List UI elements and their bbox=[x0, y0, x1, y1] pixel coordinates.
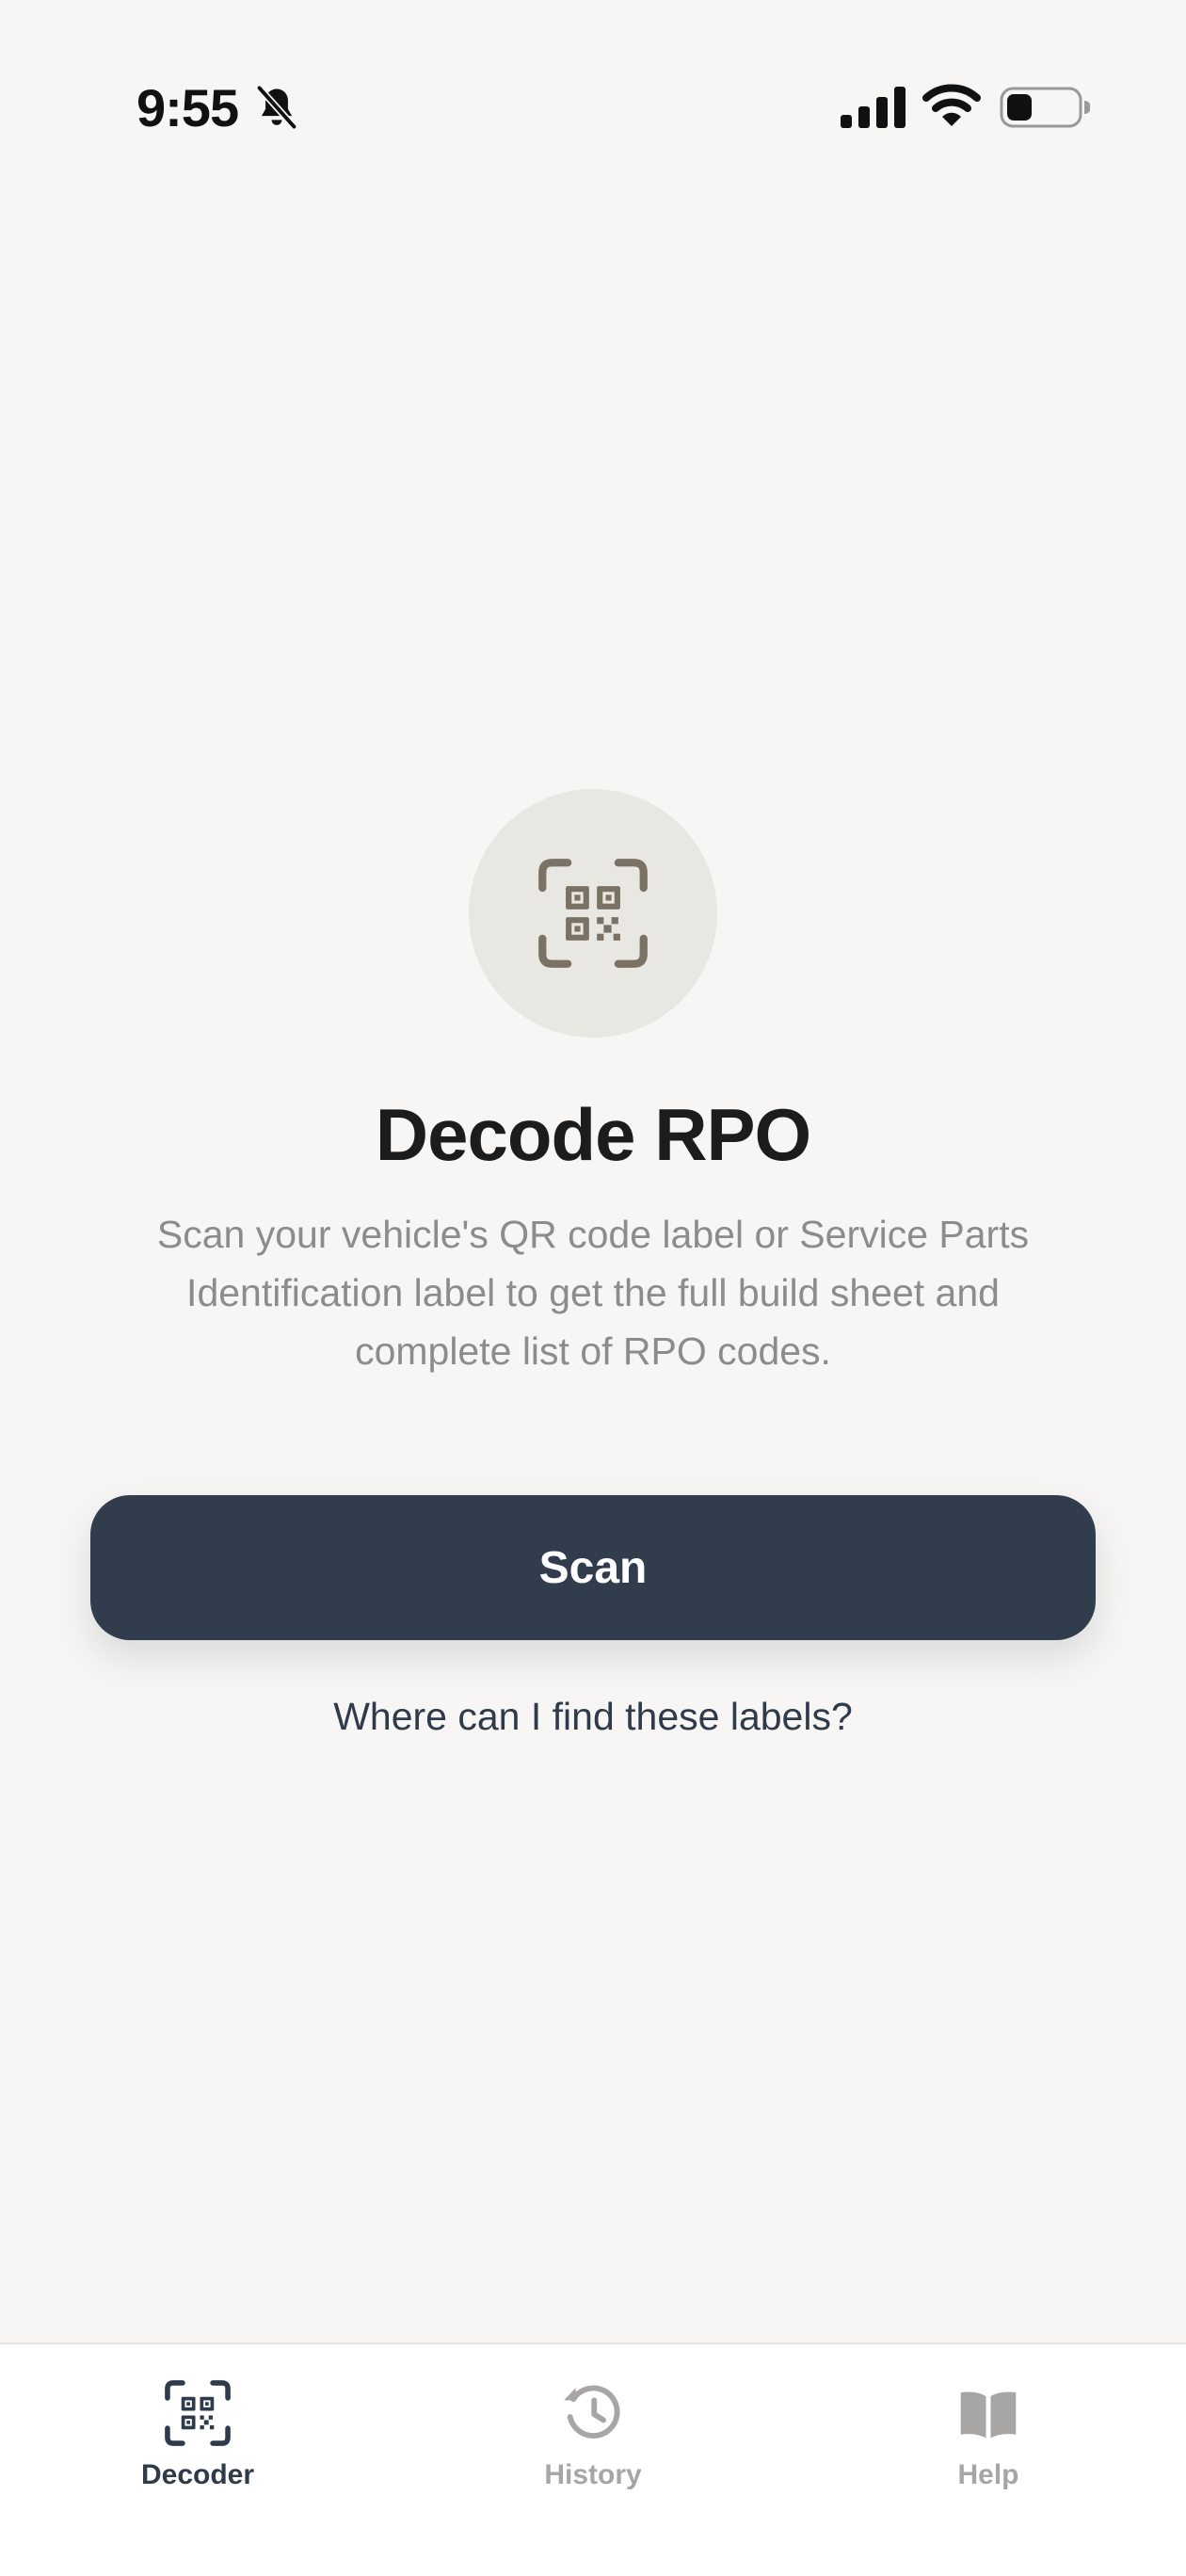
wifi-icon bbox=[922, 84, 981, 126]
qr-scan-icon bbox=[538, 859, 648, 968]
book-icon bbox=[960, 2391, 1017, 2439]
hero-icon-circle bbox=[469, 789, 717, 1038]
tab-label: History bbox=[544, 2459, 642, 2490]
tab-history[interactable]: History bbox=[452, 2363, 734, 2514]
battery-icon bbox=[1000, 87, 1090, 128]
qr-scan-icon bbox=[165, 2380, 231, 2446]
tab-help[interactable]: Help bbox=[847, 2363, 1130, 2514]
cellular-signal-icon bbox=[841, 87, 906, 128]
page-title: Decode RPO bbox=[375, 1093, 811, 1176]
history-clock-icon bbox=[564, 2385, 620, 2439]
status-bar: 9:55 bbox=[0, 0, 1186, 217]
find-labels-link[interactable]: Where can I find these labels? bbox=[0, 1695, 1186, 1739]
tab-decoder[interactable]: Decoder bbox=[56, 2363, 339, 2514]
tab-label: Help bbox=[957, 2459, 1019, 2490]
bell-slash-icon bbox=[256, 85, 297, 130]
tab-label: Decoder bbox=[140, 2459, 255, 2490]
description-text: Scan your vehicle's QR code label or Ser… bbox=[156, 1213, 1030, 1373]
status-time: 9:55 bbox=[136, 78, 239, 137]
screen: 9:55 Decode RPO Scan your vehicle's QR c… bbox=[0, 0, 1186, 2576]
tab-bar: Decoder History Help bbox=[0, 2343, 1186, 2576]
scan-button[interactable]: Scan bbox=[90, 1495, 1096, 1640]
